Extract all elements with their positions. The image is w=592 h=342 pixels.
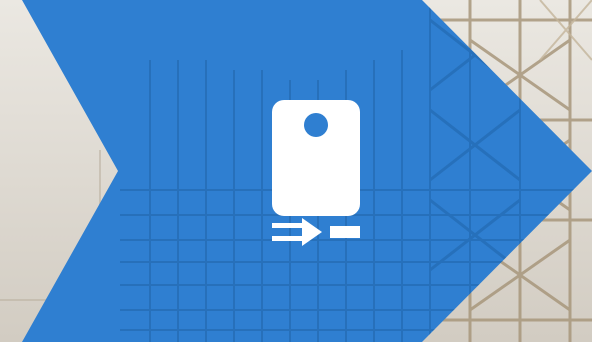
arrow-right-icon <box>272 218 322 246</box>
banner <box>0 0 592 342</box>
device-with-arrow-icon <box>266 96 366 256</box>
target-bar <box>330 226 360 238</box>
device-dot <box>304 113 328 137</box>
